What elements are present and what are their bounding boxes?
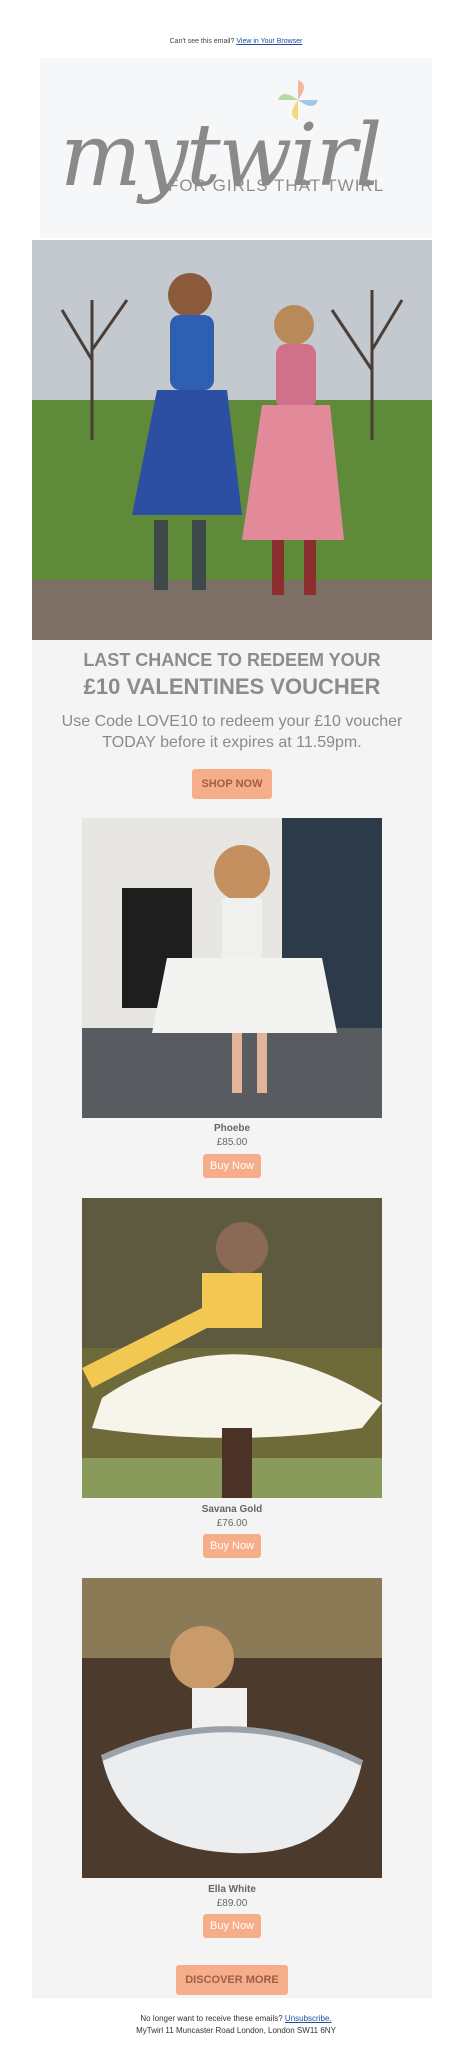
product-name-ella-white[interactable]: Ella White	[82, 1884, 382, 1895]
shop-now-button[interactable]: SHOP NOW	[192, 769, 272, 799]
logo[interactable]: mytwirl FOR GIRLS THAT TWIRL	[40, 58, 432, 238]
product-image-phoebe[interactable]	[82, 818, 382, 1118]
product-image-savana-gold[interactable]	[82, 1198, 382, 1498]
buy-now-phoebe[interactable]: Buy Now	[203, 1154, 261, 1178]
email-page: Can't see this email? View in Your Brows…	[0, 0, 472, 2058]
product-image-ella-white[interactable]	[82, 1578, 382, 1878]
buy-now-savana-gold[interactable]: Buy Now	[203, 1534, 261, 1558]
product-price-ella-white: £89.00	[216, 1898, 248, 1909]
pinwheel-icon	[278, 80, 318, 120]
preheader-text: Can't see this email?	[169, 38, 235, 45]
product-price-phoebe: £85.00	[216, 1137, 248, 1148]
footer-unsubscribe-line: No longer want to receive these emails? …	[0, 2014, 472, 2023]
product-price-savana-gold: £76.00	[216, 1518, 248, 1529]
preheader: Can't see this email? View in Your Brows…	[0, 38, 472, 45]
footer-question: No longer want to receive these emails?	[140, 2014, 283, 2023]
hero-photo[interactable]	[32, 240, 432, 640]
unsubscribe-link[interactable]: Unsubscribe.	[285, 2014, 332, 2023]
logo-tagline: FOR GIRLS THAT TWIRL	[168, 176, 385, 195]
buy-now-ella-white[interactable]: Buy Now	[203, 1914, 261, 1938]
promo-description: Use Code LOVE10 to redeem your £10 vouch…	[61, 713, 403, 751]
product-name-savana-gold[interactable]: Savana Gold	[82, 1504, 382, 1515]
view-in-browser-link[interactable]: View in Your Browser	[236, 38, 302, 45]
product-name-phoebe[interactable]: Phoebe	[82, 1123, 382, 1134]
footer-address: MyTwirl 11 Muncaster Road London, London…	[136, 2026, 336, 2035]
headline-line1: LAST CHANCE TO REDEEM YOUR	[83, 650, 381, 670]
discover-more-button[interactable]: DISCOVER MORE	[176, 1965, 288, 1995]
headline-line2: £10 VALENTINES VOUCHER	[83, 674, 381, 699]
